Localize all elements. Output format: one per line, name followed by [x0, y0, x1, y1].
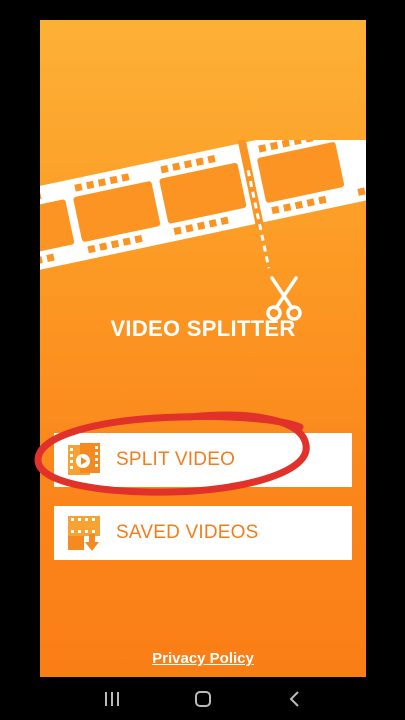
film-strip-scissors-icon [40, 140, 366, 321]
back-icon[interactable] [282, 686, 308, 712]
app-title: VIDEO SPLITTER [110, 316, 296, 341]
film-play-icon [68, 443, 100, 475]
split-video-button[interactable]: SPLIT VIDEO [54, 433, 352, 487]
app-screen: VIDEO SPLITTER SPLIT VIDEO SAVED VIDEOS [40, 20, 366, 677]
home-icon[interactable] [190, 686, 216, 712]
saved-videos-button[interactable]: SAVED VIDEOS [54, 506, 352, 560]
system-nav-bar [0, 677, 405, 720]
film-download-icon [68, 516, 100, 551]
saved-videos-label: SAVED VIDEOS [116, 522, 259, 543]
privacy-policy-link[interactable]: Privacy Policy [40, 650, 366, 667]
split-video-label: SPLIT VIDEO [116, 449, 236, 470]
recents-icon[interactable] [99, 686, 125, 712]
